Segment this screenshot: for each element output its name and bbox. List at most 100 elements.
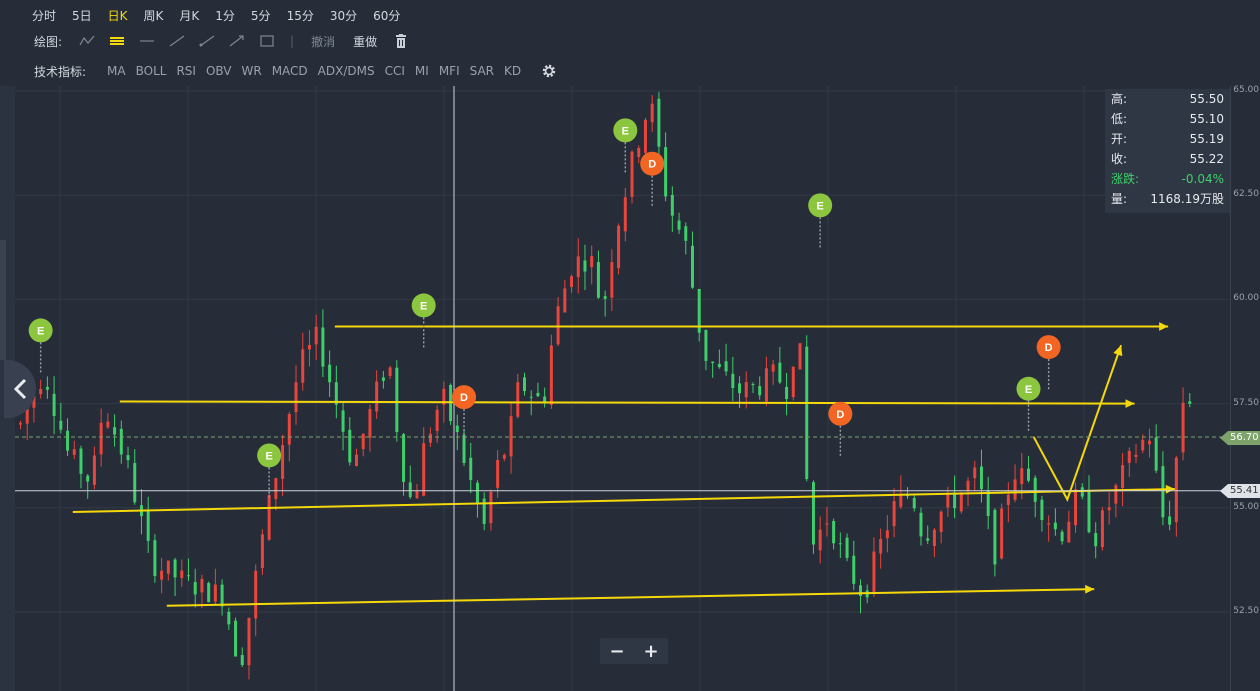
candle-body (375, 381, 379, 412)
indicator-mfi[interactable]: MFI (439, 64, 460, 78)
timeframe-4[interactable]: 月K (179, 7, 199, 24)
candlestick-chart[interactable]: E E E D E D E D E D (15, 86, 1230, 691)
projection-line[interactable] (1032, 344, 1123, 502)
candle-body (932, 529, 936, 547)
candle-body (213, 584, 217, 602)
candle-body (778, 362, 782, 383)
trash-icon[interactable] (388, 31, 414, 51)
ray-icon[interactable] (194, 31, 220, 51)
indicator-mi[interactable]: MI (415, 64, 429, 78)
candle-body (469, 457, 473, 480)
indicator-ma[interactable]: MA (107, 64, 126, 78)
close-label: 收: (1111, 152, 1128, 166)
timeframe-2[interactable]: 日K (108, 7, 128, 24)
candle-body (684, 226, 688, 241)
indicator-macd[interactable]: MACD (272, 64, 308, 78)
yaxis-tick: 57.50 (1233, 397, 1259, 408)
candle-body (516, 382, 520, 417)
candle-body (428, 433, 432, 443)
candle-body (1188, 401, 1192, 404)
candle-body (744, 382, 748, 398)
arrow-line-icon[interactable] (224, 31, 250, 51)
gear-icon[interactable] (536, 61, 562, 81)
parallel-lines-icon[interactable] (104, 31, 130, 51)
indicator-cci[interactable]: CCI (385, 64, 405, 78)
candle-body (301, 349, 305, 383)
candle-body (39, 389, 43, 395)
candle-body (475, 482, 479, 505)
candle-body (260, 534, 264, 569)
trendline-arrowhead (1165, 484, 1175, 494)
marker-label: D (648, 159, 656, 171)
candle-body (287, 414, 291, 445)
close-value: 55.22 (1189, 152, 1224, 166)
horizontal-line-icon[interactable] (134, 31, 160, 51)
candle-body (207, 583, 211, 603)
candle-body (691, 245, 694, 288)
candle-body (274, 478, 278, 500)
candle-body (341, 410, 345, 432)
indicator-sar[interactable]: SAR (470, 64, 494, 78)
indicator-obv[interactable]: OBV (206, 64, 232, 78)
indicator-adxdms[interactable]: ADX/DMS (318, 64, 375, 78)
marker-label: D (460, 392, 468, 404)
trendline[interactable] (166, 588, 1095, 607)
timeframe-0[interactable]: 分时 (32, 7, 56, 24)
ohlc-info-panel: 高: 55.50 低: 55.10 开: 55.19 收: 55.22 涨跌: -0.04… (1105, 89, 1230, 213)
candle-body (791, 366, 795, 398)
zoom-in-button[interactable]: + (643, 641, 658, 662)
zoom-out-button[interactable]: − (609, 641, 624, 662)
candle-body (1033, 477, 1037, 502)
candle-body (227, 611, 231, 625)
candle-body (751, 383, 755, 385)
timeframe-7[interactable]: 15分 (287, 7, 314, 24)
candle-body (556, 306, 560, 345)
timeframe-9[interactable]: 60分 (373, 7, 400, 24)
chart-canvas[interactable]: E E E D E D E D E D (15, 86, 1230, 691)
candle-body (1000, 508, 1004, 559)
indicator-boll[interactable]: BOLL (136, 64, 167, 78)
marker-label: E (622, 125, 629, 137)
trend-icon[interactable] (74, 31, 100, 51)
candle-body (724, 361, 728, 372)
timeframe-3[interactable]: 周K (144, 7, 164, 24)
candle-body (590, 256, 594, 268)
candle-body (1114, 485, 1118, 504)
rectangle-icon[interactable] (254, 31, 280, 51)
candle-body (758, 386, 762, 396)
candle-body (523, 377, 526, 392)
price-axis: 65.00 62.50 60.00 57.50 55.00 52.50 (1230, 85, 1260, 691)
redo-button[interactable]: 重做 (353, 33, 377, 50)
indicator-rsi[interactable]: RSI (176, 64, 196, 78)
candle-body (1087, 490, 1091, 533)
candle-body (926, 538, 930, 541)
candle-body (549, 345, 553, 405)
candle-body (1047, 523, 1051, 525)
indicator-kd[interactable]: KD (504, 64, 521, 78)
vertical-scrollbar[interactable] (0, 240, 6, 360)
timeframe-5[interactable]: 1分 (215, 7, 235, 24)
candle-body (677, 220, 681, 230)
timeframe-1[interactable]: 5日 (72, 7, 92, 24)
low-label: 低: (1111, 112, 1128, 126)
indicator-wr[interactable]: WR (241, 64, 261, 78)
undo-button[interactable]: 撤消 (311, 33, 335, 50)
candle-body (146, 510, 150, 541)
candle-body (254, 570, 258, 619)
candle-body (1074, 489, 1078, 526)
candle-body (771, 364, 775, 372)
candle-body (576, 256, 580, 278)
candle-body (1154, 437, 1158, 471)
candle-body (1141, 439, 1145, 451)
close-row: 收: 55.22 (1105, 149, 1230, 169)
candle-body (543, 396, 547, 402)
line-segment-icon[interactable] (164, 31, 190, 51)
candle-body (435, 409, 439, 431)
marker-label: E (37, 325, 44, 337)
candle-body (892, 501, 896, 527)
timeframe-8[interactable]: 30分 (330, 7, 357, 24)
timeframe-6[interactable]: 5分 (251, 7, 271, 24)
crosshair-price-tag: 55.41 (1220, 484, 1260, 498)
drawing-label: 绘图: (34, 34, 63, 49)
marker-label: D (1045, 342, 1053, 354)
